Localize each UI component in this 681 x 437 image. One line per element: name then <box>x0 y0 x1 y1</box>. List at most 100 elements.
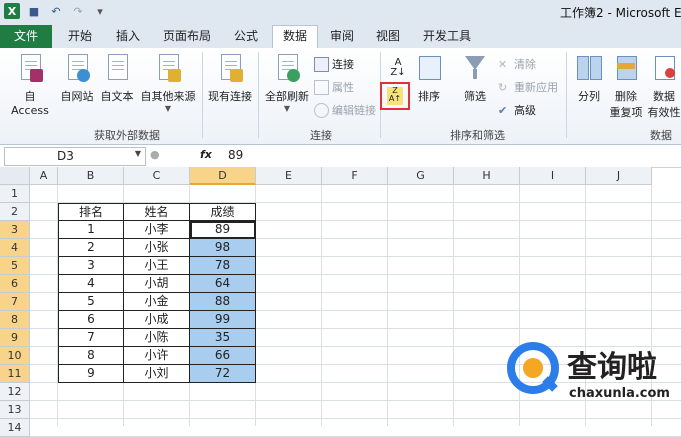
table-cell[interactable]: 9 <box>58 365 124 383</box>
tab-insert[interactable]: 插入 <box>110 26 146 48</box>
row-header-8[interactable]: 8 <box>0 311 30 329</box>
column-header-I[interactable]: I <box>520 167 586 185</box>
data-validation-button[interactable]: 数据 有效性 <box>646 52 681 120</box>
column-header-D[interactable]: D <box>190 167 256 185</box>
row-header-14[interactable]: 14 <box>0 419 30 437</box>
table-cell[interactable]: 5 <box>58 293 124 311</box>
column-header-J[interactable]: J <box>586 167 652 185</box>
sort-ascending-button[interactable]: A Z↓ <box>388 58 408 80</box>
properties-button[interactable]: 属性 <box>314 79 354 95</box>
table-cell[interactable]: 3 <box>58 257 124 275</box>
column-header-B[interactable]: B <box>58 167 124 185</box>
column-header-E[interactable]: E <box>256 167 322 185</box>
table-header-cell[interactable]: 排名 <box>58 203 124 221</box>
table-cell[interactable]: 小许 <box>124 347 190 365</box>
insert-function-icon[interactable]: fx <box>200 148 212 161</box>
table-cell[interactable]: 4 <box>58 275 124 293</box>
row-header-9[interactable]: 9 <box>0 329 30 347</box>
row-header-10[interactable]: 10 <box>0 347 30 365</box>
column-header-G[interactable]: G <box>388 167 454 185</box>
sort-button[interactable]: 排序 <box>414 52 444 104</box>
row-header-6[interactable]: 6 <box>0 275 30 293</box>
row-header-3[interactable]: 3 <box>0 221 30 239</box>
column-header-A[interactable]: A <box>30 167 58 185</box>
existing-connections-button[interactable]: 现有连接 <box>204 52 256 104</box>
properties-icon <box>314 79 329 95</box>
group-label-connections: 连接 <box>310 129 332 142</box>
ribbon: 自 Access 自网站 自文本 自其他来源 ▼ 现有连接 获取外部数据 全部刷… <box>0 48 681 145</box>
table-cell[interactable]: 1 <box>58 221 124 239</box>
formula-input[interactable]: 89 <box>228 148 243 162</box>
table-cell[interactable]: 99 <box>190 311 256 329</box>
tab-view[interactable]: 视图 <box>370 26 406 48</box>
tab-review[interactable]: 审阅 <box>324 26 360 48</box>
table-cell[interactable]: 6 <box>58 311 124 329</box>
select-all-corner[interactable] <box>0 167 30 185</box>
column-header-H[interactable]: H <box>454 167 520 185</box>
table-cell[interactable]: 7 <box>58 329 124 347</box>
from-web-button[interactable]: 自网站 <box>58 52 96 104</box>
edit-links-button[interactable]: 编辑链接 <box>314 102 376 118</box>
table-cell[interactable]: 小胡 <box>124 275 190 293</box>
refresh-all-button[interactable]: 全部刷新 ▼ <box>262 52 312 113</box>
filter-button[interactable]: 筛选 <box>456 52 494 104</box>
table-cell[interactable]: 78 <box>190 257 256 275</box>
table-cell[interactable]: 小张 <box>124 239 190 257</box>
reapply-button[interactable]: ↻ 重新应用 <box>498 79 558 95</box>
column-header-C[interactable]: C <box>124 167 190 185</box>
table-cell[interactable]: 66 <box>190 347 256 365</box>
row-header-4[interactable]: 4 <box>0 239 30 257</box>
row-header-1[interactable]: 1 <box>0 185 30 203</box>
row-header-13[interactable]: 13 <box>0 401 30 419</box>
customize-icon[interactable]: ▾ <box>92 3 108 19</box>
table-cell[interactable]: 35 <box>190 329 256 347</box>
advanced-button[interactable]: ✔ 高级 <box>498 102 536 118</box>
clear-button[interactable]: ✕ 清除 <box>498 56 536 72</box>
advanced-filter-icon: ✔ <box>498 103 508 117</box>
ribbon-tab-row: 开始 插入 页面布局 公式 数据 审阅 视图 开发工具 <box>0 22 681 48</box>
row-header-5[interactable]: 5 <box>0 257 30 275</box>
table-cell[interactable]: 64 <box>190 275 256 293</box>
table-cell[interactable]: 72 <box>190 365 256 383</box>
tab-page-layout[interactable]: 页面布局 <box>158 26 216 48</box>
sort-descending-button[interactable]: Z A↑ <box>387 87 403 105</box>
table-cell[interactable]: 小陈 <box>124 329 190 347</box>
table-cell[interactable]: 小刘 <box>124 365 190 383</box>
table-header-cell[interactable]: 成绩 <box>190 203 256 221</box>
table-cell[interactable]: 98 <box>190 239 256 257</box>
table-cell[interactable]: 小成 <box>124 311 190 329</box>
tab-file[interactable]: 文件 <box>0 25 52 48</box>
gridline <box>453 185 454 426</box>
table-cell[interactable]: 小金 <box>124 293 190 311</box>
redo-icon[interactable]: ↷ <box>70 3 86 19</box>
tab-developer[interactable]: 开发工具 <box>416 26 478 48</box>
table-cell[interactable]: 89 <box>190 221 256 239</box>
undo-icon[interactable]: ↶ <box>48 3 64 19</box>
tab-formulas[interactable]: 公式 <box>228 26 264 48</box>
from-other-sources-button[interactable]: 自其他来源 ▼ <box>138 52 198 113</box>
tab-home[interactable]: 开始 <box>62 26 98 48</box>
table-cell[interactable]: 2 <box>58 239 124 257</box>
table-cell[interactable]: 88 <box>190 293 256 311</box>
row-header-7[interactable]: 7 <box>0 293 30 311</box>
column-header-F[interactable]: F <box>322 167 388 185</box>
remove-duplicates-button[interactable]: 删除 重复项 <box>608 52 644 120</box>
row-header-11[interactable]: 11 <box>0 365 30 383</box>
save-icon[interactable]: ■ <box>26 3 42 19</box>
row-header-2[interactable]: 2 <box>0 203 30 221</box>
sort-az-icon: A Z↓ <box>390 57 406 78</box>
table-cell[interactable]: 8 <box>58 347 124 365</box>
tab-data[interactable]: 数据 <box>272 25 318 48</box>
remove-duplicates-icon <box>611 52 641 84</box>
text-to-columns-button[interactable]: 分列 <box>572 52 606 104</box>
table-cell[interactable]: 小王 <box>124 257 190 275</box>
name-box[interactable]: D3 ▼ <box>4 147 146 166</box>
connections-button[interactable]: 连接 <box>314 56 354 72</box>
table-cell[interactable]: 小李 <box>124 221 190 239</box>
row-header-12[interactable]: 12 <box>0 383 30 401</box>
from-access-button[interactable]: 自 Access <box>4 52 56 117</box>
from-text-button[interactable]: 自文本 <box>98 52 136 104</box>
chevron-down-icon: ▼ <box>134 149 141 158</box>
expand-icon[interactable]: ● <box>150 148 160 161</box>
table-header-cell[interactable]: 姓名 <box>124 203 190 221</box>
